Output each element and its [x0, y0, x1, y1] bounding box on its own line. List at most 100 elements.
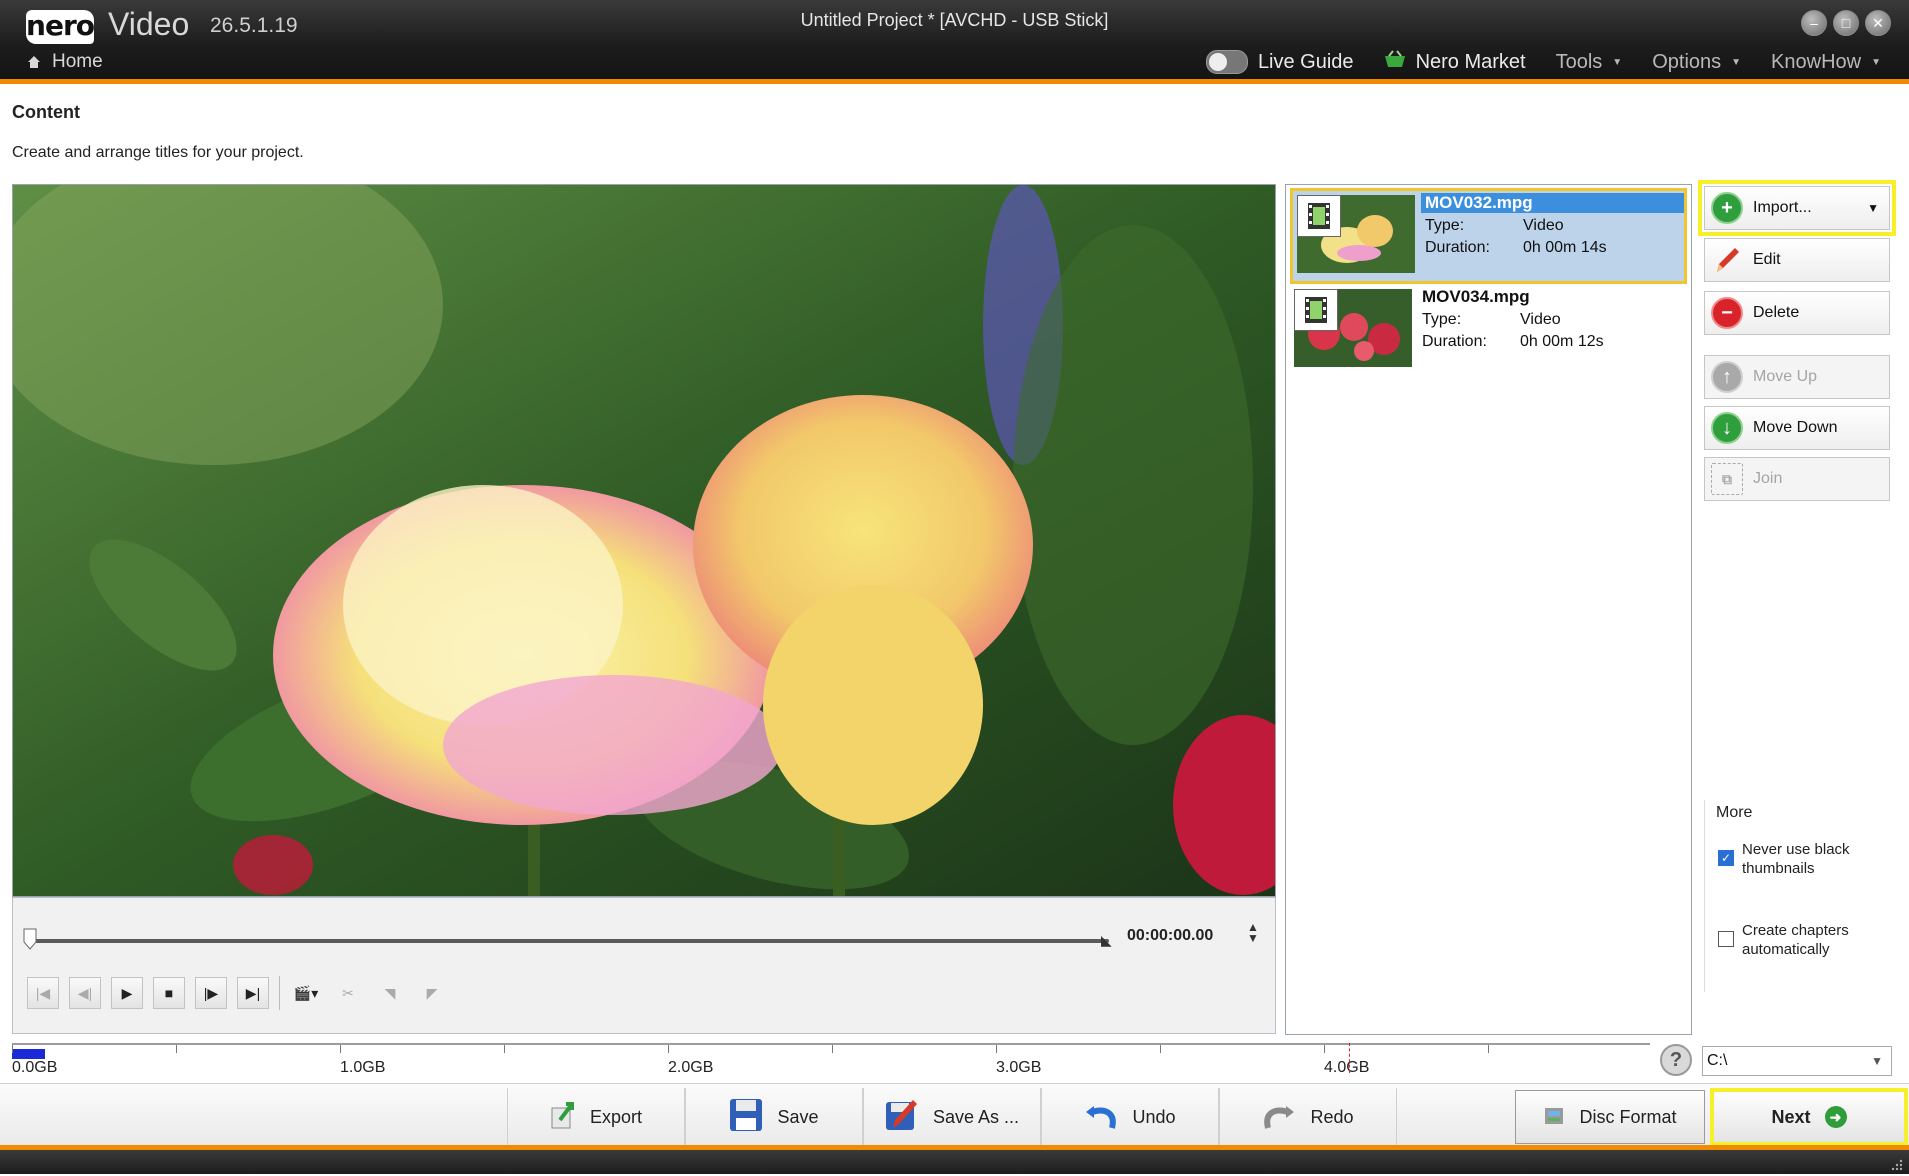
tools-menu[interactable]: Tools ▼ — [1556, 51, 1623, 74]
never-black-thumbnails-checkbox[interactable]: ✓ — [1718, 850, 1734, 866]
toolbar-divider — [279, 976, 280, 1010]
capacity-limit-marker — [1349, 1043, 1351, 1073]
next-frame-button[interactable]: |▶ — [195, 977, 227, 1009]
arrow-up-icon: ↑ — [1711, 361, 1743, 393]
set-start-marker-button[interactable]: ◥ — [374, 977, 406, 1009]
save-label: Save — [777, 1106, 819, 1127]
capacity-tick — [668, 1045, 669, 1053]
video-preview[interactable] — [12, 184, 1276, 897]
export-button[interactable]: Export — [507, 1088, 685, 1146]
basket-icon — [1384, 50, 1406, 74]
stop-button[interactable]: ■ — [153, 977, 185, 1009]
plus-icon: + — [1711, 192, 1743, 224]
minimize-button[interactable]: – — [1801, 10, 1827, 36]
bottom-toolbar: Export Save Save As ... Undo Redo Disc F… — [0, 1083, 1909, 1150]
join-icon: ⧉ — [1711, 463, 1743, 495]
floppy-disk-icon — [729, 1098, 763, 1137]
import-button[interactable]: + Import... ▼ — [1698, 180, 1896, 236]
move-down-label: Move Down — [1753, 419, 1838, 436]
capacity-tick — [1160, 1045, 1161, 1053]
duration-label: Duration: — [1425, 239, 1490, 256]
player-controls-panel: ◣ 00:00:00.00 ▲ ▼ |◀ ◀| ▶ ■ |▶ ▶| 🎬▾ ✂ ◥ … — [12, 897, 1276, 1034]
save-as-button[interactable]: Save As ... — [863, 1088, 1041, 1146]
nero-market-label: Nero Market — [1415, 50, 1526, 73]
scissors-icon: ✂ — [342, 984, 354, 1001]
title-list[interactable]: MOV032.mpg Type: Video Duration: 0h 00m … — [1285, 184, 1692, 1035]
status-bar — [0, 1150, 1909, 1174]
chevron-down-icon: ▼ — [1612, 56, 1623, 68]
live-guide-toggle[interactable] — [1205, 50, 1248, 74]
remove-icon: − — [1711, 297, 1743, 329]
seek-thumb[interactable] — [23, 928, 37, 950]
drive-value: C:\ — [1707, 1052, 1728, 1069]
capacity-tick — [832, 1045, 833, 1053]
seek-end-marker[interactable]: ◣ — [1101, 932, 1112, 949]
save-as-icon — [885, 1098, 919, 1137]
go-to-end-button[interactable]: ▶| — [237, 977, 269, 1009]
file-name: MOV032.mpg — [1421, 193, 1684, 213]
window-title: Untitled Project * [AVCHD - USB Stick] — [800, 10, 1109, 30]
save-button[interactable]: Save — [685, 1088, 863, 1146]
maximize-button[interactable]: □ — [1833, 10, 1859, 36]
pencil-icon — [1711, 244, 1743, 276]
nero-market-link[interactable]: Nero Market — [1384, 50, 1526, 74]
redo-label: Redo — [1310, 1106, 1354, 1127]
knowhow-menu[interactable]: KnowHow ▼ — [1771, 51, 1881, 74]
arrow-right-icon: ➜ — [1824, 1106, 1847, 1128]
list-item[interactable]: MOV034.mpg Type: Video Duration: 0h 00m … — [1290, 285, 1687, 381]
capacity-tick — [996, 1045, 997, 1053]
set-end-marker-button[interactable]: ◤ — [416, 977, 448, 1009]
delete-button[interactable]: − Delete — [1704, 291, 1890, 335]
live-guide[interactable]: Live Guide — [1205, 50, 1354, 74]
disc-format-label: Disc Format — [1579, 1106, 1677, 1127]
options-menu[interactable]: Options ▼ — [1652, 51, 1741, 74]
capacity-label: 4.0GB — [1324, 1059, 1370, 1076]
live-guide-label: Live Guide — [1257, 50, 1354, 73]
film-strip-icon — [1294, 289, 1338, 331]
chevron-down-icon: ▼ — [1871, 1054, 1883, 1068]
move-down-button[interactable]: ↓ Move Down — [1704, 406, 1890, 450]
knowhow-label: KnowHow — [1771, 50, 1862, 73]
capacity-tick — [12, 1045, 13, 1053]
go-to-start-button[interactable]: |◀ — [27, 977, 59, 1009]
arrow-down-icon: ↓ — [1711, 412, 1743, 444]
chevron-down-icon: ▼ — [1731, 56, 1742, 68]
resize-grip-icon[interactable] — [1891, 1158, 1903, 1171]
seek-bar[interactable] — [31, 939, 1109, 943]
home-link[interactable]: Home — [26, 51, 103, 73]
move-up-button[interactable]: ↑ Move Up — [1704, 355, 1890, 399]
transport-controls: |◀ ◀| ▶ ■ |▶ ▶| 🎬▾ ✂ ◥ ◤ — [27, 976, 448, 1010]
next-frame-icon: |▶ — [203, 984, 219, 1001]
next-button[interactable]: Next ➜ — [1710, 1088, 1908, 1146]
redo-button[interactable]: Redo — [1219, 1088, 1397, 1146]
timecode-spinner[interactable]: ▲ ▼ — [1247, 921, 1259, 944]
drive-select[interactable]: C:\ ▼ — [1702, 1046, 1892, 1076]
capacity-tick — [1488, 1045, 1489, 1053]
close-button[interactable]: ✕ — [1865, 10, 1891, 36]
undo-button[interactable]: Undo — [1041, 1088, 1219, 1146]
title-bar: nero Video 26.5.1.19 Home Untitled Proje… — [0, 0, 1909, 84]
type-label: Type: — [1422, 311, 1462, 328]
save-as-label: Save As ... — [932, 1106, 1020, 1127]
undo-label: Undo — [1132, 1106, 1176, 1127]
window-controls: – □ ✕ — [1801, 10, 1891, 36]
chevron-down-icon[interactable]: ▼ — [1867, 201, 1879, 215]
join-button[interactable]: ⧉ Join — [1704, 457, 1890, 501]
disc-format-button[interactable]: Disc Format — [1515, 1090, 1705, 1144]
list-item[interactable]: MOV032.mpg Type: Video Duration: 0h 00m … — [1290, 188, 1687, 284]
export-icon — [550, 1100, 576, 1135]
never-black-thumbnails-label: Never use black thumbnails — [1742, 841, 1850, 877]
cut-button[interactable]: ✂ — [332, 977, 364, 1009]
duration-value: 0h 00m 14s — [1523, 239, 1607, 256]
previous-frame-button[interactable]: ◀| — [69, 977, 101, 1009]
help-icon[interactable]: ? — [1660, 1044, 1692, 1076]
clapper-menu-button[interactable]: 🎬▾ — [290, 977, 322, 1009]
capacity-label: 0.0GB — [12, 1059, 58, 1076]
capacity-used-fill — [12, 1049, 45, 1059]
stop-icon: ■ — [164, 985, 174, 1001]
page-title: Content — [12, 102, 80, 122]
play-button[interactable]: ▶ — [111, 977, 143, 1009]
capacity-tick — [340, 1045, 341, 1053]
create-chapters-checkbox[interactable] — [1718, 931, 1734, 947]
edit-button[interactable]: Edit — [1704, 238, 1890, 282]
